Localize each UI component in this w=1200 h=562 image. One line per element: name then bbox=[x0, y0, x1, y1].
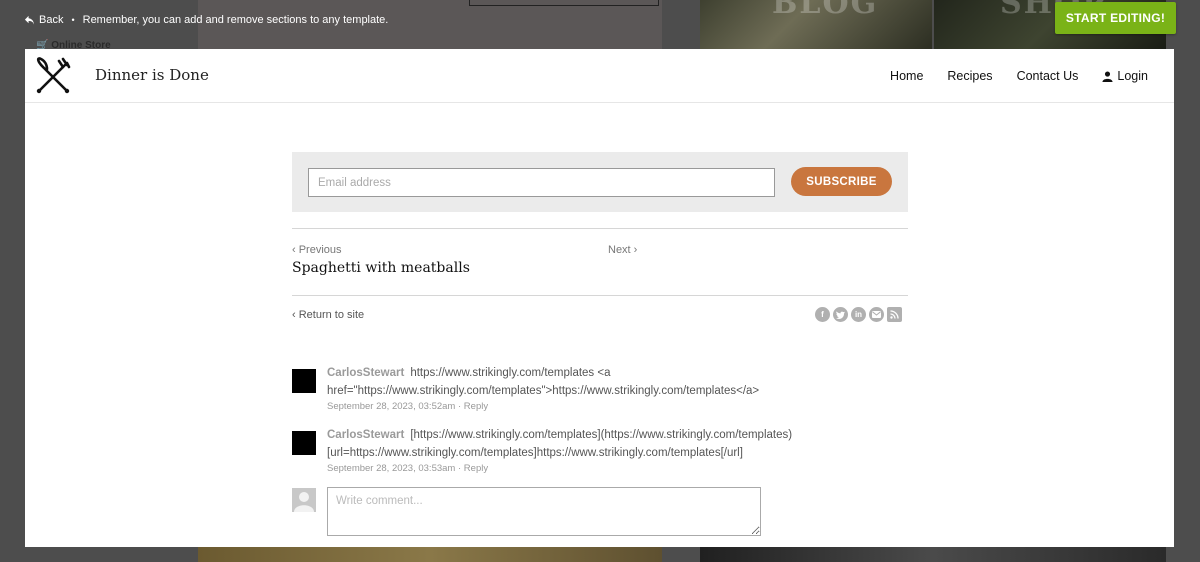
previous-post-title[interactable]: Spaghetti with meatballs bbox=[292, 260, 470, 276]
login-label: Login bbox=[1117, 69, 1148, 83]
back-link[interactable]: Back • Remember, you can add and remove … bbox=[24, 14, 388, 26]
comment-author: CarlosStewart bbox=[327, 429, 405, 441]
user-icon bbox=[1102, 70, 1113, 82]
meta-separator: · bbox=[455, 401, 464, 412]
divider bbox=[292, 295, 908, 296]
email-input[interactable] bbox=[308, 168, 775, 197]
comment-author: CarlosStewart bbox=[327, 367, 405, 379]
next-post-link[interactable]: Next › bbox=[608, 244, 637, 256]
background-card bbox=[700, 547, 1166, 562]
site-preview: Dinner is Done Home Recipes Contact Us L… bbox=[25, 49, 1174, 547]
site-name[interactable]: Dinner is Done bbox=[95, 66, 209, 84]
email-icon[interactable] bbox=[869, 307, 884, 322]
back-label: Back bbox=[39, 14, 64, 26]
start-editing-button[interactable]: START EDITING! bbox=[1055, 2, 1176, 34]
user-silhouette-icon bbox=[292, 488, 316, 512]
comment-body: CarlosStewart https://www.strikingly.com/… bbox=[327, 365, 887, 413]
background-card bbox=[198, 547, 662, 562]
subscribe-section: SUBSCRIBE bbox=[292, 152, 908, 212]
share-icons: f in bbox=[815, 307, 902, 322]
separator-dot: • bbox=[71, 15, 75, 25]
fork-knife-cross-icon[interactable] bbox=[29, 53, 77, 101]
return-to-site-link[interactable]: ‹ Return to site bbox=[292, 309, 364, 321]
comment-date: September 28, 2023, 03:52am bbox=[327, 401, 456, 412]
twitter-icon[interactable] bbox=[833, 307, 848, 322]
reply-link[interactable]: Reply bbox=[464, 463, 488, 474]
linkedin-icon[interactable]: in bbox=[851, 307, 866, 322]
comment-meta: September 28, 2023, 03:52am · Reply bbox=[327, 401, 887, 413]
comment-content: CarlosStewart [https://www.strikingly.com… bbox=[327, 427, 887, 462]
comment-content: CarlosStewart https://www.strikingly.com/… bbox=[327, 365, 887, 400]
comment-date: September 28, 2023, 03:53am bbox=[327, 463, 456, 474]
meta-separator: · bbox=[455, 463, 464, 474]
nav-login[interactable]: Login bbox=[1102, 69, 1148, 83]
nav-contact[interactable]: Contact Us bbox=[1017, 69, 1079, 83]
comment-textarea[interactable] bbox=[327, 487, 761, 536]
comment-body: CarlosStewart [https://www.strikingly.com… bbox=[327, 427, 887, 475]
facebook-icon[interactable]: f bbox=[815, 307, 830, 322]
site-navbar: Dinner is Done Home Recipes Contact Us L… bbox=[25, 49, 1174, 103]
comment-meta: September 28, 2023, 03:53am · Reply bbox=[327, 463, 887, 475]
back-arrow-icon bbox=[24, 15, 35, 25]
avatar bbox=[292, 431, 316, 455]
nav-home[interactable]: Home bbox=[890, 69, 923, 83]
editor-notice: Remember, you can add and remove section… bbox=[82, 14, 389, 26]
previous-post-link[interactable]: ‹ Previous bbox=[292, 244, 342, 256]
rss-icon[interactable] bbox=[887, 307, 902, 322]
default-avatar bbox=[292, 488, 316, 512]
avatar bbox=[292, 369, 316, 393]
divider bbox=[292, 228, 908, 229]
subscribe-button[interactable]: SUBSCRIBE bbox=[791, 167, 892, 196]
reply-link[interactable]: Reply bbox=[464, 401, 488, 412]
editor-topbar: Back • Remember, you can add and remove … bbox=[0, 0, 1200, 51]
site-nav-links: Home Recipes Contact Us Login bbox=[890, 69, 1148, 83]
new-comment-form bbox=[292, 487, 892, 539]
nav-recipes[interactable]: Recipes bbox=[947, 69, 992, 83]
